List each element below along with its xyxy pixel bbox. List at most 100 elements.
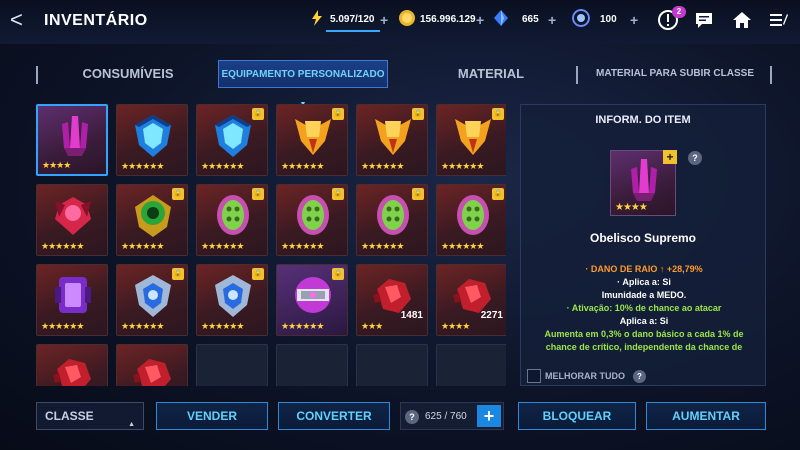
top-bar: < INVENTÁRIO 5.097/120 + 156.996.129 + 6… [0, 0, 800, 44]
energy-underline [326, 30, 380, 32]
tab-custom-equipment[interactable]: EQUIPAMENTO PERSONALIZADO ▼ [218, 60, 388, 108]
inventory-item-green-pod[interactable]: 🔒 ★★★★★★ [436, 184, 506, 256]
green-pod-icon [217, 195, 249, 235]
item-quantity: 1481 [400, 310, 423, 321]
stat-main: · DANO DE RAIO ↑ +28,79% [585, 264, 703, 274]
item-stars: ★★★★★★ [281, 321, 324, 331]
inventory-item-purple-core[interactable]: ★★★★★★ [36, 264, 108, 336]
gold-arrow-icon [295, 119, 331, 155]
gold-arrow-icon [455, 119, 491, 155]
capacity-value: 625 / 760 [425, 411, 467, 422]
help-icon[interactable]: ? [688, 151, 702, 165]
lock-icon: 🔒 [252, 188, 264, 200]
item-stars: ★★★★★★ [41, 241, 84, 251]
inventory-item-gold-arrow[interactable]: 🔒 ★★★★★★ [276, 104, 348, 176]
shield-blue-icon [215, 115, 251, 157]
gold-value: 156.996.129 [420, 14, 476, 25]
lock-icon: 🔒 [492, 108, 504, 120]
item-stars: ★★★★★★ [201, 161, 244, 171]
item-stars: ★★★★ [441, 321, 470, 331]
inventory-item-shield-blue[interactable]: 🔒 ★★★★★★ [196, 104, 268, 176]
selected-item-stars: ★★★★ [615, 202, 648, 213]
lock-icon: 🔒 [332, 268, 344, 280]
gold-plus-button[interactable]: + [476, 12, 484, 28]
item-stars: ★★★★★★ [361, 241, 404, 251]
tab-consumables[interactable]: CONSUMÍVEIS [42, 60, 214, 88]
gold-arrow-icon [375, 119, 411, 155]
inventory-item-gold-arrow[interactable]: 🔒 ★★★★★★ [436, 104, 506, 176]
empty-slot [356, 344, 428, 386]
crystal-icon [494, 10, 508, 26]
red-ore-icon [133, 359, 171, 386]
class-dropdown-label: CLASSE [45, 409, 94, 423]
inventory-item-silver-shield[interactable]: 🔒 ★★★★★★ [116, 264, 188, 336]
stat-applies: · Aplica a: Si [617, 277, 671, 287]
inventory-item-green-pod[interactable]: 🔒 ★★★★★★ [196, 184, 268, 256]
lock-icon: 🔒 [412, 108, 424, 120]
inventory-item-purple-sphere[interactable]: 🔒 ★★★★★★ [276, 264, 348, 336]
stat-description-1: Aumenta em 0,3% o dano básico a cada 1% … [544, 329, 744, 339]
inventory-item-gold-arrow[interactable]: 🔒 ★★★★★★ [356, 104, 428, 176]
inventory-item-shield-blue[interactable]: ★★★★★★ [116, 104, 188, 176]
orb-icon [572, 9, 590, 27]
inventory-item-silver-shield[interactable]: 🔒 ★★★★★★ [196, 264, 268, 336]
item-stars: ★★★★★★ [121, 241, 164, 251]
item-stats: · DANO DE RAIO ↑ +28,79% · Aplica a: Si … [527, 263, 761, 354]
menu-icon[interactable] [766, 9, 790, 33]
green-eye-icon [135, 195, 171, 237]
shield-blue-icon [135, 115, 171, 157]
crystal-value: 665 [522, 14, 539, 25]
green-pod-icon [297, 195, 329, 235]
inventory-item-green-eye[interactable]: 🔒 ★★★★★★ [116, 184, 188, 256]
lock-icon: 🔒 [252, 268, 264, 280]
chat-icon[interactable] [692, 9, 716, 33]
red-wing-icon [55, 197, 91, 235]
back-arrow-icon[interactable]: < [10, 9, 32, 32]
increase-button[interactable]: AUMENTAR [646, 402, 766, 430]
convert-button[interactable]: CONVERTER [278, 402, 390, 430]
tab-material[interactable]: MATERIAL [416, 60, 566, 88]
improve-all-row: MELHORAR TUDO ? [527, 369, 646, 383]
notification-badge: 2 [672, 6, 686, 18]
tab-class-material[interactable]: MATERIAL PARA SUBIR CLASSE [584, 60, 766, 88]
improve-all-label: MELHORAR TUDO [545, 371, 625, 381]
red-ore-icon [53, 359, 91, 386]
improve-all-checkbox[interactable] [527, 369, 541, 383]
help-icon[interactable]: ? [405, 410, 419, 424]
silver-shield-icon [215, 275, 251, 317]
inventory-item-red-ore[interactable] [36, 344, 108, 386]
lock-button[interactable]: BLOQUEAR [518, 402, 636, 430]
inventory-item-red-ore[interactable] [116, 344, 188, 386]
lock-icon: 🔒 [172, 268, 184, 280]
home-icon[interactable] [730, 9, 754, 33]
inventory-item-green-pod[interactable]: 🔒 ★★★★★★ [276, 184, 348, 256]
item-stars: ★★★★★★ [281, 161, 324, 171]
item-stars: ★★★★★★ [281, 241, 324, 251]
item-stars: ★★★★★★ [201, 321, 244, 331]
page-title: INVENTÁRIO [44, 12, 148, 29]
inventory-item-red-ore[interactable]: ★★★★ 2271 [436, 264, 506, 336]
lock-icon: 🔒 [332, 188, 344, 200]
inventory-item-red-ore[interactable]: ★★★ 1481 [356, 264, 428, 336]
lightning-icon [312, 10, 322, 26]
purple-core-icon [55, 277, 91, 313]
energy-plus-button[interactable]: + [380, 12, 388, 28]
expand-capacity-plus-icon[interactable]: + [477, 405, 501, 427]
orb-plus-button[interactable]: + [630, 12, 638, 28]
item-stars: ★★★★★★ [441, 161, 484, 171]
inventory-item-obelisk[interactable]: ★★★★ [36, 104, 108, 176]
tab-divider [770, 66, 772, 84]
caret-up-icon: ▲ [128, 421, 135, 428]
item-stars: ★★★★★★ [361, 161, 404, 171]
orb-value: 100 [600, 14, 617, 25]
class-dropdown[interactable]: CLASSE ▲ [36, 402, 144, 430]
inventory-item-red-wing[interactable]: ★★★★★★ [36, 184, 108, 256]
add-plus-icon[interactable]: + [663, 150, 677, 164]
lock-icon: 🔒 [332, 108, 344, 120]
inventory-item-green-pod[interactable]: 🔒 ★★★★★★ [356, 184, 428, 256]
help-icon[interactable]: ? [633, 369, 646, 383]
item-stars: ★★★★★★ [121, 321, 164, 331]
sell-button[interactable]: VENDER [156, 402, 268, 430]
tab-divider [576, 66, 578, 84]
crystal-plus-button[interactable]: + [548, 12, 556, 28]
